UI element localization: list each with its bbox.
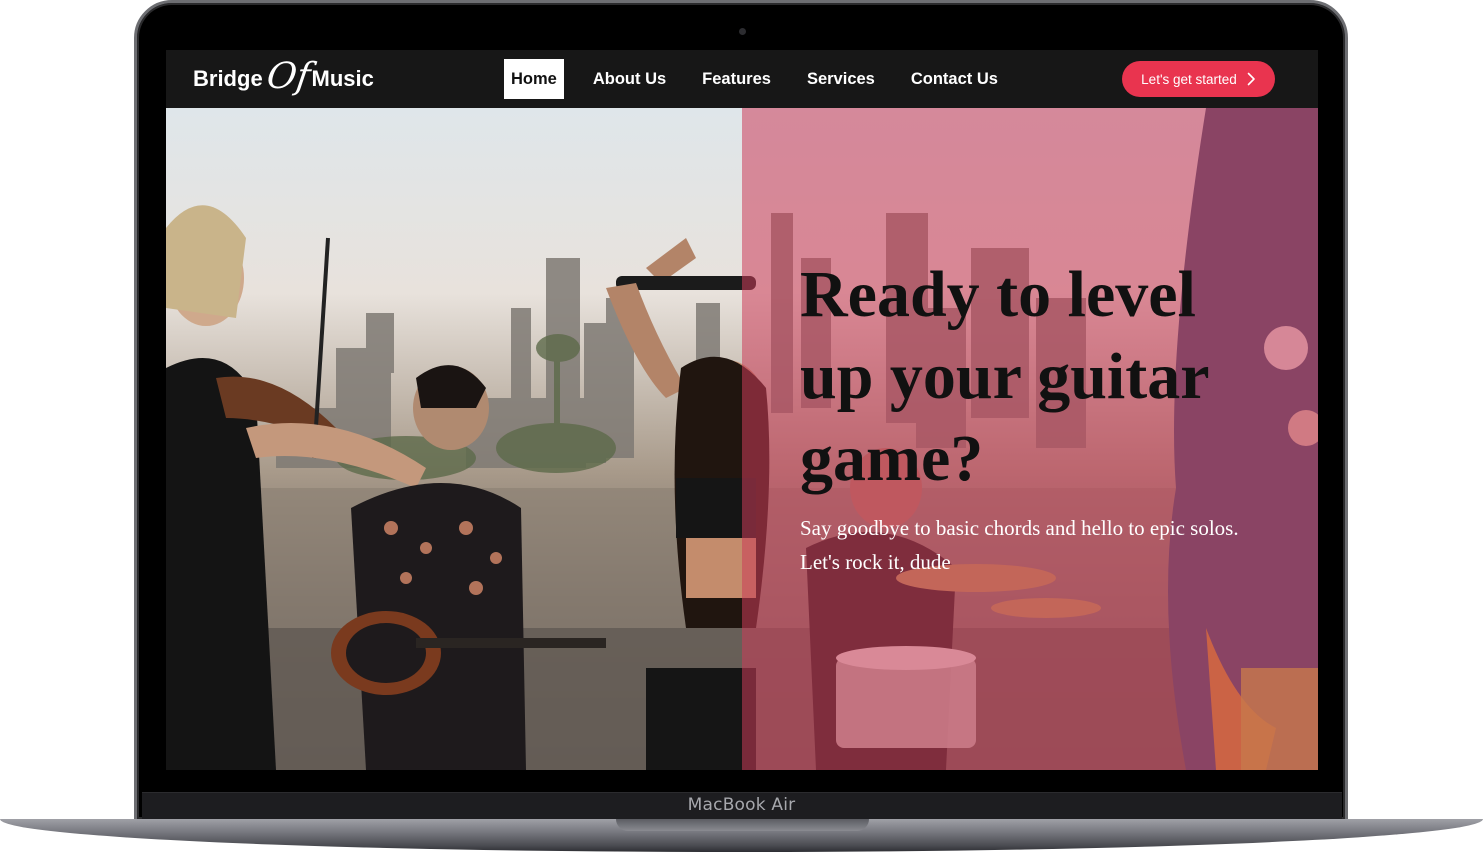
logo-text-bridge: Bridge	[193, 66, 263, 91]
nav-link-about-us[interactable]: About Us	[586, 59, 673, 99]
website-screen: Bridge Of Music Home About Us Features S…	[166, 50, 1318, 770]
nav-link-home[interactable]: Home	[504, 59, 564, 99]
nav-link-contact-us[interactable]: Contact Us	[904, 59, 1005, 99]
laptop-opening-notch	[616, 819, 869, 831]
hero-subtext: Say goodbye to basic chords and hello to…	[800, 516, 1239, 574]
navbar: Bridge Of Music Home About Us Features S…	[166, 50, 1318, 108]
hero-section: Ready to level up your guitar game? Say …	[166, 108, 1318, 770]
device-mockup: Bridge Of Music Home About Us Features S…	[0, 0, 1483, 852]
hero-headline: Ready to level up your guitar game?	[800, 258, 1209, 495]
chevron-right-icon	[1247, 72, 1255, 86]
site-logo[interactable]: Bridge Of Music	[193, 56, 374, 102]
device-model-label: MacBook Air	[687, 795, 796, 815]
logo-text-of: Of	[263, 56, 313, 97]
logo-text-music: Music	[311, 66, 374, 91]
get-started-label: Let's get started	[1141, 71, 1237, 87]
nav-link-services[interactable]: Services	[800, 59, 882, 99]
webcam	[739, 28, 746, 35]
get-started-button[interactable]: Let's get started	[1122, 61, 1275, 97]
nav-link-features[interactable]: Features	[695, 59, 778, 99]
nav-links: Home About Us Features Services Contact …	[504, 59, 1027, 99]
